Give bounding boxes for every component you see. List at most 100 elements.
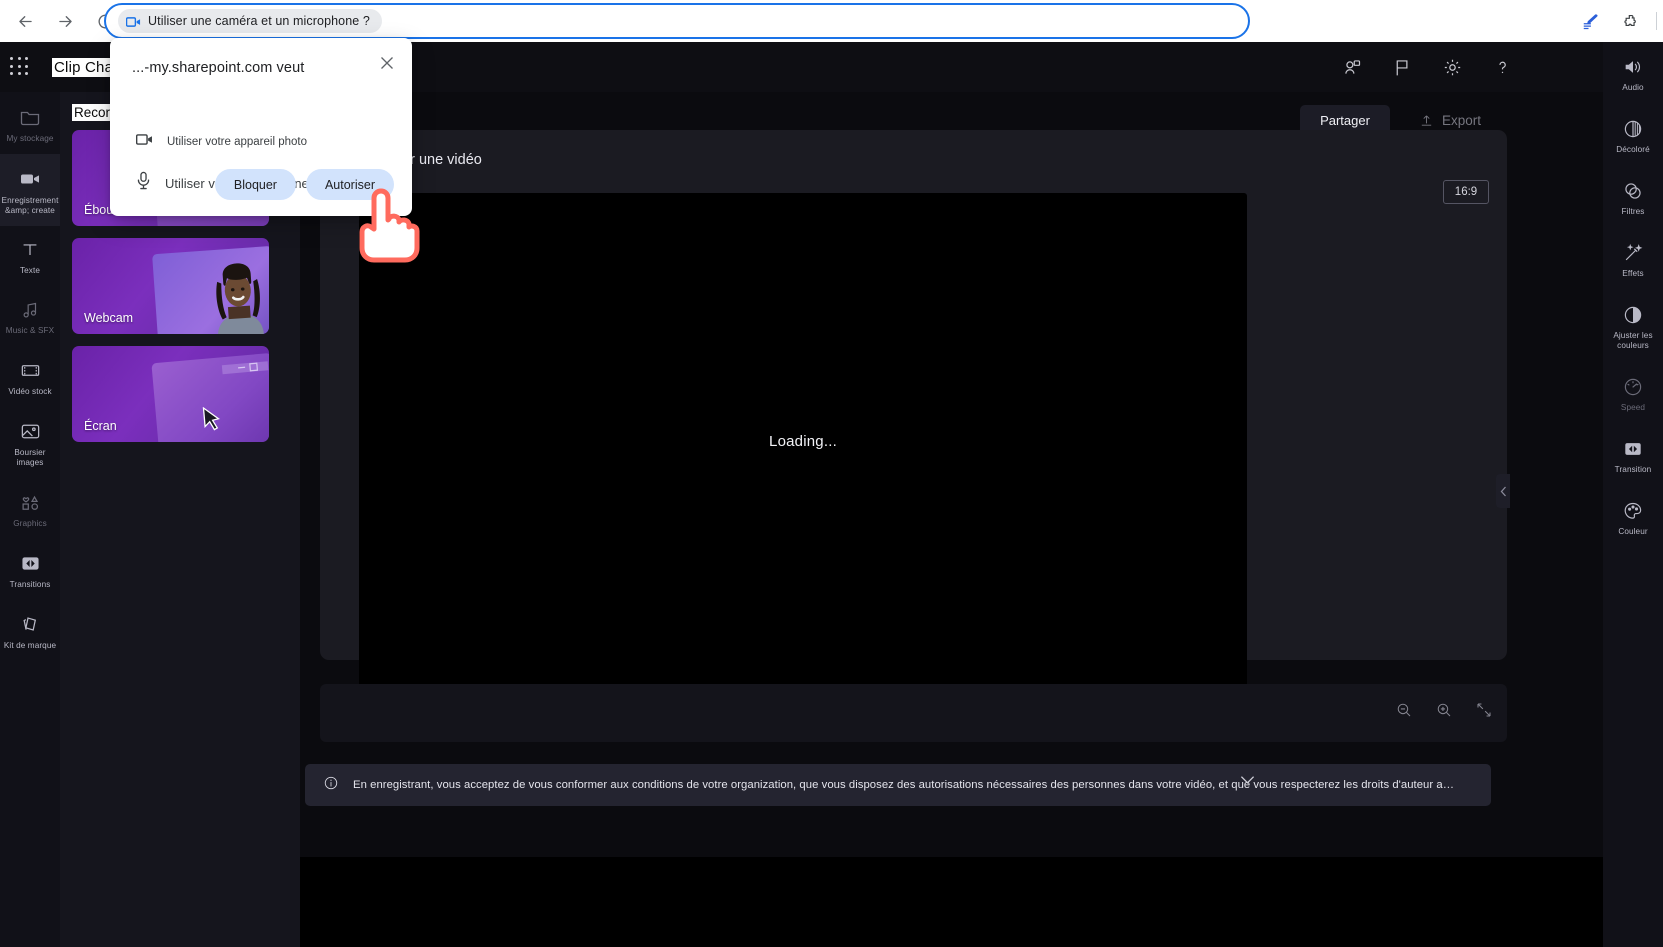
browser-toolbar: Utiliser une caméra et un microphone ? <box>0 0 1663 42</box>
video-camera-icon <box>21 174 39 184</box>
zoom-out-icon[interactable] <box>1395 701 1413 719</box>
main-stage: Partager Export Enregistrer une vidéo 16… <box>300 92 1603 947</box>
address-bar[interactable]: Utiliser une caméra et un microphone ? <box>104 3 1250 39</box>
sidebar-item-label: Transitions <box>9 580 51 589</box>
permission-dialog-actions: Bloquer Autoriser <box>214 169 394 200</box>
transition-icon <box>21 557 39 570</box>
puzzle-extension-icon[interactable] <box>1610 0 1650 42</box>
camera-permission-chip[interactable]: Utiliser une caméra et un microphone ? <box>118 9 382 33</box>
film-strip-icon <box>21 365 39 376</box>
shapes-icon <box>21 495 38 510</box>
right-rail-item-filtres[interactable]: Filtres <box>1603 166 1663 228</box>
back-button[interactable] <box>8 4 42 38</box>
recorder-panel: Recorder Éboulis Webcam Écran <box>60 92 364 947</box>
forward-button[interactable] <box>48 4 82 38</box>
recording-terms-notice: En enregistrant, vous acceptez de vous c… <box>305 764 1491 806</box>
export-label: Export <box>1441 112 1482 128</box>
sidebar-item-enregistrement-create[interactable]: Enregistrement &amp; create <box>0 154 60 226</box>
help-question-icon[interactable] <box>1491 56 1513 78</box>
right-rail-item-audio[interactable]: Audio <box>1603 42 1663 104</box>
video-preview-area[interactable]: Loading... <box>359 193 1247 690</box>
recorder-card-webcam[interactable]: Webcam <box>72 238 269 334</box>
app-root: Clip Champ My stockage Enregistrement &a… <box>0 0 1663 947</box>
browser-extension-group <box>1570 0 1663 42</box>
sidebar-item-label: Texte <box>19 266 41 275</box>
sidebar-item-transitions[interactable]: Transitions <box>0 539 60 600</box>
left-navigation-rail: My stockage Enregistrement &amp; create … <box>0 92 60 947</box>
upload-icon <box>1421 114 1432 126</box>
toolbar-divider <box>1656 12 1657 30</box>
info-icon <box>323 775 339 796</box>
timeline-toolbar <box>320 684 1507 742</box>
recorder-card-label: Écran <box>84 419 117 433</box>
close-icon[interactable] <box>374 50 400 76</box>
collaborate-icon[interactable] <box>1341 56 1363 78</box>
fade-icon <box>1624 120 1642 138</box>
chevron-down-icon <box>1240 776 1255 784</box>
arrow-right-icon <box>58 15 72 27</box>
brand-kit-icon <box>22 617 36 631</box>
right-rail-item-ajuster-les-couleurs[interactable]: Ajuster les couleurs <box>1603 290 1663 362</box>
right-rail-item-couleur[interactable]: Couleur <box>1603 486 1663 548</box>
magic-wand-icon <box>1625 243 1643 261</box>
gear-settings-icon[interactable] <box>1441 56 1463 78</box>
permission-dialog-title: ...-my.sharepoint.com veut <box>132 60 305 76</box>
microphone-icon <box>136 171 151 195</box>
permission-item-camera: Utiliser votre appareil photo <box>135 133 307 151</box>
sidebar-item-video-stock[interactable]: Vidéo stock <box>0 346 60 407</box>
loading-text: Loading... <box>769 433 837 450</box>
right-rail-item-label: Ajuster les couleurs <box>1613 331 1653 350</box>
arrow-left-icon <box>18 15 32 27</box>
notice-text: En enregistrant, vous acceptez de vous c… <box>353 779 1455 791</box>
camera-mic-permission-dialog: ...-my.sharepoint.com veut Utiliser votr… <box>110 38 412 216</box>
right-rail-item-speed[interactable]: Speed <box>1603 362 1663 424</box>
right-rail-item-decolore[interactable]: Décoloré <box>1603 104 1663 166</box>
speedometer-icon <box>1624 378 1642 396</box>
webcam-thumbnail-art <box>152 245 269 334</box>
sidebar-item-label: Music & SFX <box>5 326 55 335</box>
sidebar-item-label: Enregistrement &amp; create <box>1 196 59 215</box>
camera-permission-chip-label: Utiliser une caméra et un microphone ? <box>148 14 370 28</box>
right-rail-item-label: Effets <box>1622 269 1644 278</box>
right-rail-item-label: Transition <box>1614 465 1652 474</box>
aspect-ratio-badge[interactable]: 16:9 <box>1443 180 1489 204</box>
mouse-pointer-icon <box>202 406 220 431</box>
sidebar-item-texte[interactable]: Texte <box>0 226 60 286</box>
right-rail-item-label: Décoloré <box>1616 145 1650 154</box>
allow-button[interactable]: Autoriser <box>305 169 394 200</box>
contrast-icon <box>1624 306 1642 324</box>
sidebar-item-graphics[interactable]: Graphics <box>0 478 60 539</box>
right-rail-item-effets[interactable]: Effets <box>1603 228 1663 290</box>
sidebar-item-label: Vidéo stock <box>8 387 52 396</box>
recorder-card-ecran[interactable]: Écran <box>72 346 269 442</box>
chevron-left-icon <box>1500 486 1506 496</box>
sidebar-item-boursier-images[interactable]: Boursier images <box>0 407 60 478</box>
music-note-icon <box>23 302 37 318</box>
sidebar-item-kit-de-marque[interactable]: Kit de marque <box>0 600 60 661</box>
expand-notice-button[interactable] <box>1240 772 1255 790</box>
zoom-in-icon[interactable] <box>1435 701 1453 719</box>
collapse-right-panel-button[interactable] <box>1496 474 1510 508</box>
palette-icon <box>1624 502 1642 519</box>
block-button[interactable]: Bloquer <box>214 169 296 200</box>
flag-feedback-icon[interactable] <box>1391 56 1413 78</box>
stage-bottom-filler <box>300 857 1603 947</box>
person-illustration <box>216 263 264 334</box>
recorder-card-label: Webcam <box>84 311 134 325</box>
sidebar-item-label: Boursier images <box>14 448 46 467</box>
camera-blocked-icon <box>125 15 141 27</box>
right-rail-item-transition[interactable]: Transition <box>1603 424 1663 486</box>
permission-item-label: Utiliser votre appareil photo <box>167 136 307 148</box>
app-launcher-icon[interactable] <box>10 57 30 77</box>
sidebar-item-music-sfx[interactable]: Music & SFX <box>0 286 60 346</box>
sidebar-item-my-stockage[interactable]: My stockage <box>0 92 60 154</box>
filters-icon <box>1625 183 1641 199</box>
right-rail-item-label: Couleur <box>1618 527 1648 536</box>
right-rail-item-label: Audio <box>1622 83 1644 92</box>
right-rail-item-label: Speed <box>1620 403 1646 412</box>
screen-thumbnail-art <box>151 352 269 442</box>
fit-to-screen-icon[interactable] <box>1475 701 1493 719</box>
transition-icon <box>1625 443 1641 455</box>
pen-extension-icon[interactable] <box>1570 0 1610 42</box>
camera-icon <box>135 133 153 151</box>
